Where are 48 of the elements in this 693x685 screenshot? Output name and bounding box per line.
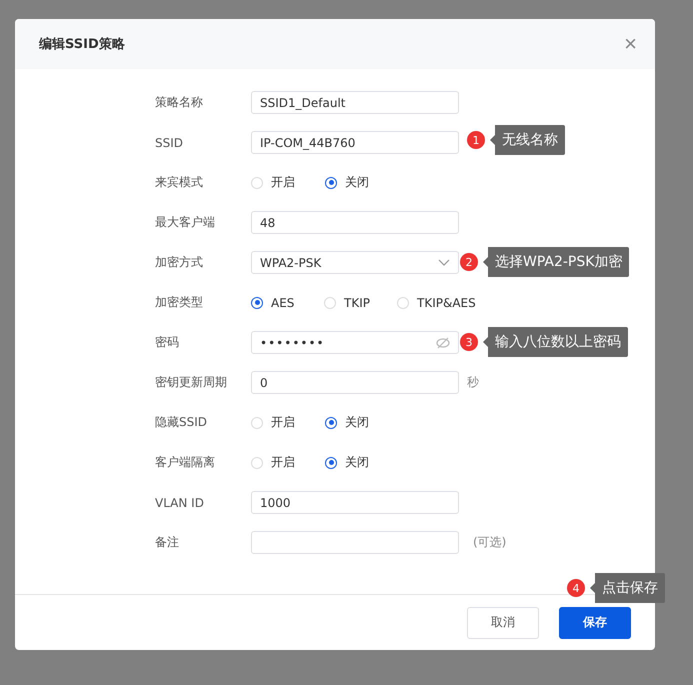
input-field[interactable]: IP-COM_44B760 bbox=[251, 131, 459, 154]
radio-option[interactable]: 开启 bbox=[251, 454, 325, 471]
field-label: 加密类型 bbox=[155, 294, 204, 311]
radio-option[interactable]: 关闭 bbox=[325, 454, 399, 471]
field-label: 最大客户端 bbox=[155, 214, 216, 231]
cancel-button[interactable]: 取消 bbox=[467, 606, 539, 638]
field-label: 备注 bbox=[155, 534, 180, 551]
step-badge: 2 bbox=[460, 253, 478, 271]
hidden-eye-icon[interactable] bbox=[436, 336, 450, 348]
field-label: 密钥更新周期 bbox=[155, 374, 228, 391]
radio-option[interactable]: TKIP bbox=[324, 296, 397, 310]
field-label: 来宾模式 bbox=[155, 174, 204, 191]
radio-option[interactable]: 关闭 bbox=[325, 174, 399, 191]
password-field[interactable]: •••••••• bbox=[251, 331, 459, 354]
input-field[interactable]: 48 bbox=[251, 211, 459, 234]
step-badge: 1 bbox=[467, 131, 485, 149]
radio-option[interactable]: 开启 bbox=[251, 414, 325, 431]
chevron-down-icon bbox=[438, 259, 450, 266]
field-label: 客户端隔离 bbox=[155, 454, 216, 471]
radio-button[interactable] bbox=[251, 296, 263, 308]
field-label: 密码 bbox=[155, 334, 180, 351]
radio-option[interactable]: 开启 bbox=[251, 174, 325, 191]
step-badge: 3 bbox=[460, 333, 478, 351]
radio-option[interactable]: AES bbox=[251, 296, 324, 310]
field-label: 策略名称 bbox=[155, 94, 204, 111]
input-field[interactable] bbox=[251, 531, 459, 554]
radio-option[interactable]: 关闭 bbox=[325, 414, 399, 431]
input-field[interactable]: 0 bbox=[251, 371, 459, 394]
save-button[interactable]: 保存 bbox=[559, 606, 631, 638]
unit-text: (可选) bbox=[473, 534, 506, 551]
unit-text: 秒 bbox=[467, 374, 479, 391]
radio-button[interactable] bbox=[325, 416, 337, 428]
field-label: SSID bbox=[155, 136, 184, 150]
radio-option[interactable]: TKIP&AES bbox=[397, 296, 487, 310]
callout-tooltip: 点击保存 bbox=[590, 573, 665, 603]
radio-button[interactable] bbox=[325, 456, 337, 468]
dialog-title: 编辑SSID策略 bbox=[39, 36, 125, 53]
callout-tooltip: 选择WPA2-PSK加密 bbox=[483, 247, 630, 277]
field-label: VLAN ID bbox=[155, 496, 205, 510]
callout-tooltip: 输入八位数以上密码 bbox=[483, 327, 628, 357]
input-field[interactable]: 1000 bbox=[251, 491, 459, 514]
field-label: 隐藏SSID bbox=[155, 414, 208, 431]
input-field[interactable]: SSID1_Default bbox=[251, 91, 459, 114]
callout-tooltip: 无线名称 bbox=[490, 125, 565, 155]
field-label: 加密方式 bbox=[155, 254, 204, 271]
step-badge: 4 bbox=[567, 579, 585, 597]
select-field[interactable]: WPA2-PSK bbox=[251, 251, 459, 274]
radio-button[interactable] bbox=[325, 176, 337, 188]
